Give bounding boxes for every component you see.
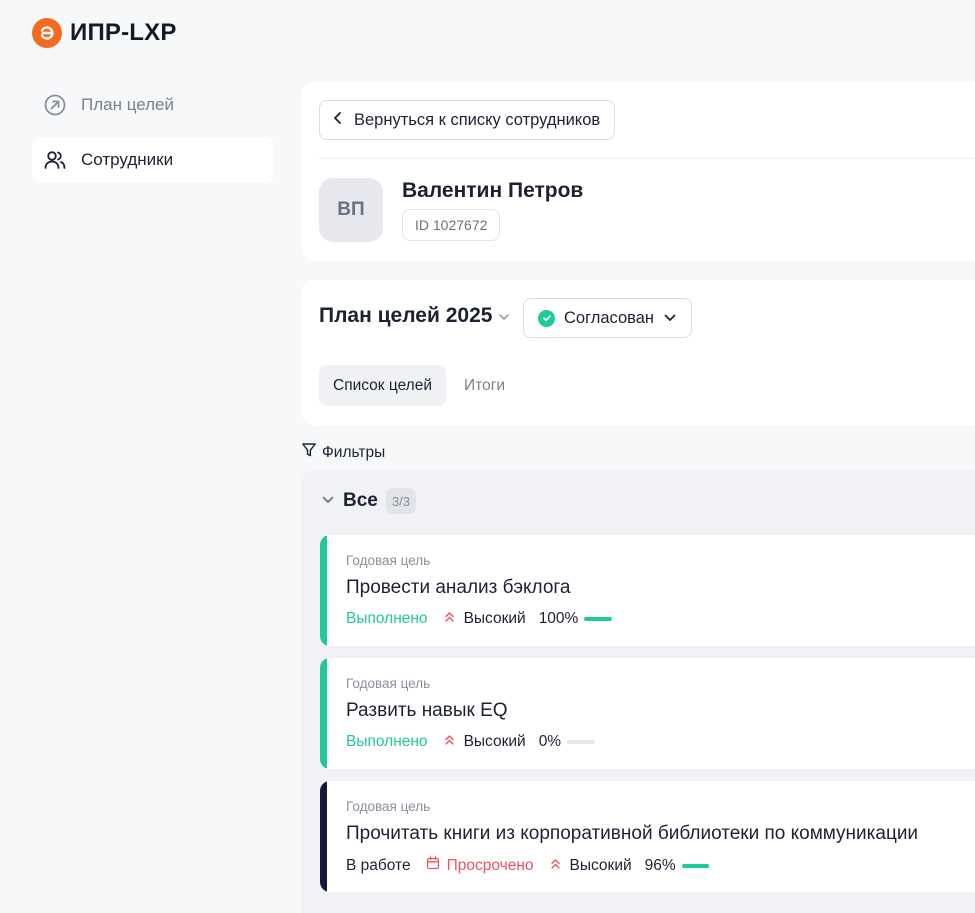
goal-card[interactable]: Годовая цель Провести анализ бэклога Вып… <box>320 535 975 646</box>
sidebar-item-label: План целей <box>81 95 175 114</box>
goal-overdue-label: Просрочено <box>446 856 534 874</box>
goal-status-accent <box>320 535 327 646</box>
goals-panel: Все 3/3 Годовая цель Провести анализ бэк… <box>301 470 975 913</box>
priority-high-icon <box>444 610 455 628</box>
goal-title: Развить навык EQ <box>346 700 508 721</box>
back-to-employees-button[interactable]: Вернуться к списку сотрудников <box>319 100 616 140</box>
priority-high-icon <box>550 857 561 875</box>
plan-year-selector[interactable]: План целей 2025 <box>319 304 510 328</box>
goal-overdue: Просрочено <box>426 856 534 875</box>
goal-priority-label: Высокий <box>569 856 632 874</box>
goal-type: Годовая цель <box>346 676 431 691</box>
plan-tabs: Список целей Итоги <box>319 365 519 406</box>
goal-progress-percent: 100% <box>538 610 579 627</box>
back-button-label: Вернуться к списку сотрудников <box>354 110 601 129</box>
app-logo[interactable]: ИПР-LXP <box>32 18 177 48</box>
employee-card: Вернуться к списку сотрудников ВП Валент… <box>301 82 975 261</box>
goal-status: Выполнено <box>346 733 428 750</box>
calendar-icon <box>426 856 440 875</box>
goal-title: Прочитать книги из корпоративной библиот… <box>346 823 919 844</box>
employee-name: Валентин Петров <box>402 179 584 202</box>
goal-priority: Высокий <box>550 857 632 875</box>
filter-icon <box>301 442 317 463</box>
goal-status: В работе <box>346 856 411 874</box>
goal-card[interactable]: Годовая цель Прочитать книги из корпорат… <box>320 781 975 892</box>
goal-group-title: Все <box>343 490 378 511</box>
goal-title: Провести анализ бэклога <box>346 577 571 598</box>
goal-type: Годовая цель <box>346 799 431 814</box>
chevron-down-icon <box>498 304 510 328</box>
filters-label: Фильтры <box>322 443 386 461</box>
sidebar-item-employees[interactable]: Сотрудники <box>32 137 273 183</box>
logo-icon <box>32 18 62 48</box>
goal-status: Выполнено <box>346 610 428 627</box>
plan-status-label: Согласован <box>564 308 655 327</box>
employee-id-badge: ID 1027672 <box>402 209 501 241</box>
goal-progress-fill <box>584 617 613 621</box>
goal-meta: Выполнено Высокий 100% <box>346 610 613 628</box>
goal-priority: Высокий <box>444 733 526 751</box>
users-icon <box>43 148 67 172</box>
avatar: ВП <box>319 178 383 242</box>
chevron-down-icon <box>321 492 335 510</box>
goal-progress-percent: 96% <box>644 856 676 874</box>
goal-progress-bar <box>681 863 710 868</box>
divider <box>319 158 975 159</box>
goal-priority-label: Высокий <box>463 733 526 750</box>
goal-count-badge: 3/3 <box>385 488 416 514</box>
sidebar-item-goal-plan[interactable]: План целей <box>32 82 273 128</box>
chevron-down-icon <box>663 309 677 328</box>
goal-progress-bar <box>567 740 596 744</box>
tab-goal-list[interactable]: Список целей <box>319 365 447 406</box>
goal-type: Годовая цель <box>346 553 431 568</box>
sidebar: План целей Сотрудники <box>32 82 273 183</box>
goal-card[interactable]: Годовая цель Развить навык EQ Выполнено … <box>320 658 975 769</box>
sidebar-item-label: Сотрудники <box>81 150 174 169</box>
goal-priority: Высокий <box>444 610 526 628</box>
goal-progress-bar <box>584 617 613 621</box>
goal-priority-label: Высокий <box>463 610 526 627</box>
tab-results[interactable]: Итоги <box>450 365 519 406</box>
chevron-left-icon <box>332 111 344 130</box>
goal-meta: В работе Просрочено Высокий 96% <box>346 856 710 875</box>
plan-title: План целей 2025 <box>319 304 493 327</box>
goal-status-accent <box>320 781 327 892</box>
goal-progress-percent: 0% <box>538 733 562 750</box>
app-title: ИПР-LXP <box>70 19 177 46</box>
goal-progress-fill <box>681 863 709 868</box>
goal-meta: Выполнено Высокий 0% <box>346 733 596 751</box>
plan-card: План целей 2025 Согласован Список целей … <box>301 280 975 425</box>
goal-group-toggle[interactable]: Все 3/3 <box>321 488 416 514</box>
goal-arrow-icon <box>43 93 67 117</box>
filters-button[interactable]: Фильтры <box>301 442 385 463</box>
priority-high-icon <box>444 733 455 751</box>
goal-status-accent <box>320 658 327 769</box>
check-circle-icon <box>538 309 555 327</box>
plan-status-dropdown[interactable]: Согласован <box>523 298 693 338</box>
